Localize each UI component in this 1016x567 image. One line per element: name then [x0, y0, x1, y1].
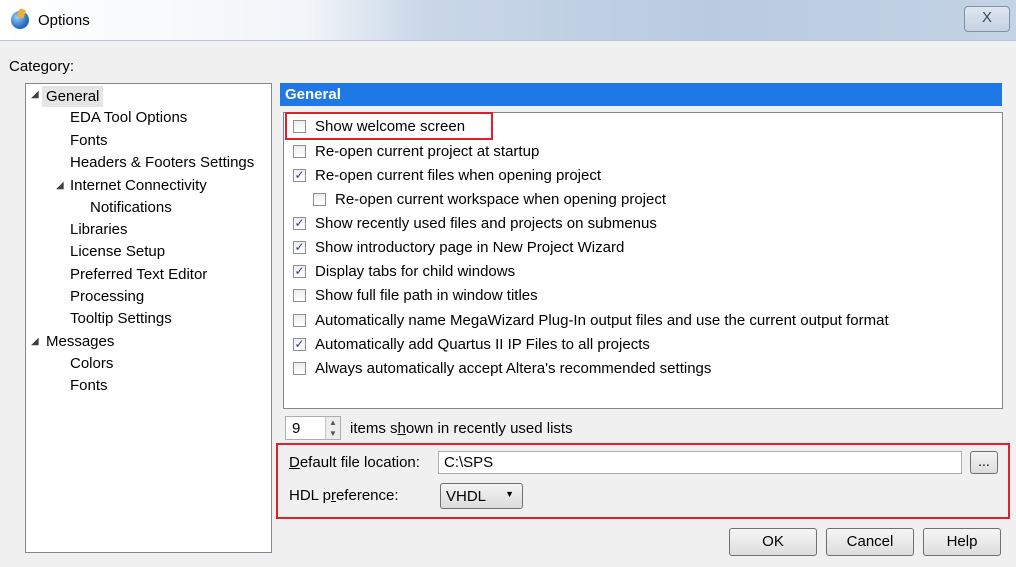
default-file-location-label: Default file location:	[289, 454, 420, 471]
tree-item-libraries[interactable]: Libraries	[70, 219, 128, 240]
window-title: Options	[38, 12, 90, 29]
checkbox[interactable]	[293, 362, 306, 375]
option-label: Show full file path in window titles	[315, 287, 538, 304]
cancel-button[interactable]: Cancel	[826, 528, 914, 556]
hdl-preference-select[interactable]: VHDL ▼	[440, 483, 523, 509]
category-label: Category:	[9, 58, 75, 75]
option-label: Re-open current project at startup	[315, 143, 540, 160]
spinner-value: 9	[292, 420, 301, 437]
option-label: Automatically name MegaWizard Plug-In ou…	[315, 312, 889, 329]
tree-item-messages[interactable]: Messages	[46, 331, 114, 352]
recent-items-spinner[interactable]: 9 ▲ ▼	[285, 416, 341, 440]
tree-item-eda-tool-options[interactable]: EDA Tool Options	[70, 107, 187, 128]
recent-items-label: items shown in recently used lists	[350, 420, 573, 437]
tree-item-processing[interactable]: Processing	[70, 286, 144, 307]
app-icon	[11, 11, 29, 29]
tree-item-messages-fonts[interactable]: Fonts	[70, 375, 108, 396]
option-label: Show introductory page in New Project Wi…	[315, 239, 625, 256]
checkbox[interactable]: ✓	[293, 169, 306, 182]
panel-title: General	[280, 83, 1002, 106]
tree-item-notifications[interactable]: Notifications	[90, 197, 172, 218]
option-label: Always automatically accept Altera's rec…	[315, 360, 712, 377]
tree-item-internet-connectivity[interactable]: Internet Connectivity	[70, 175, 207, 196]
checkbox[interactable]: ✓	[293, 217, 306, 230]
tree-item-tooltip-settings[interactable]: Tooltip Settings	[70, 308, 172, 329]
checkbox[interactable]	[293, 314, 306, 327]
option-label: Re-open current workspace when opening p…	[335, 191, 667, 208]
expand-arrow-icon[interactable]: ◢	[56, 180, 64, 191]
expand-arrow-icon[interactable]: ◢	[31, 336, 39, 347]
spinner-arrows-icon[interactable]: ▲ ▼	[325, 417, 340, 439]
option-label: Automatically add Quartus II IP Files to…	[315, 336, 650, 353]
checkbox[interactable]	[313, 193, 326, 206]
default-file-location-input[interactable]: C:\SPS	[438, 451, 962, 474]
checkbox[interactable]: ✓	[293, 265, 306, 278]
title-bar: Options X	[0, 0, 1016, 41]
tree-item-colors[interactable]: Colors	[70, 353, 113, 374]
tree-item-general[interactable]: General	[42, 86, 104, 107]
option-label: Re-open current files when opening proje…	[315, 167, 602, 184]
tree-item-license-setup[interactable]: License Setup	[70, 241, 165, 262]
checkbox[interactable]: ✓	[293, 338, 306, 351]
chevron-down-icon: ▼	[505, 489, 514, 499]
option-label: Display tabs for child windows	[315, 263, 516, 280]
ok-button[interactable]: OK	[729, 528, 817, 556]
checkbox[interactable]	[293, 145, 306, 158]
hdl-preference-label: HDL preference:	[289, 487, 399, 504]
tree-item-headers-footers[interactable]: Headers & Footers Settings	[70, 152, 254, 173]
category-tree[interactable]: ◢ General EDA Tool Options Fonts Headers…	[25, 83, 272, 553]
browse-button[interactable]: ...	[970, 451, 998, 474]
checkbox[interactable]	[293, 289, 306, 302]
highlight-box	[285, 112, 493, 140]
option-label: Show recently used files and projects on…	[315, 215, 657, 232]
options-list: Show welcome screen Re-open current proj…	[283, 112, 1003, 409]
select-value: VHDL	[446, 488, 487, 505]
tree-item-preferred-text-editor[interactable]: Preferred Text Editor	[70, 264, 207, 285]
checkbox[interactable]: ✓	[293, 241, 306, 254]
help-button[interactable]: Help	[923, 528, 1001, 556]
close-button[interactable]: X	[964, 6, 1010, 32]
tree-item-fonts[interactable]: Fonts	[70, 130, 108, 151]
expand-arrow-icon[interactable]: ◢	[31, 89, 39, 100]
